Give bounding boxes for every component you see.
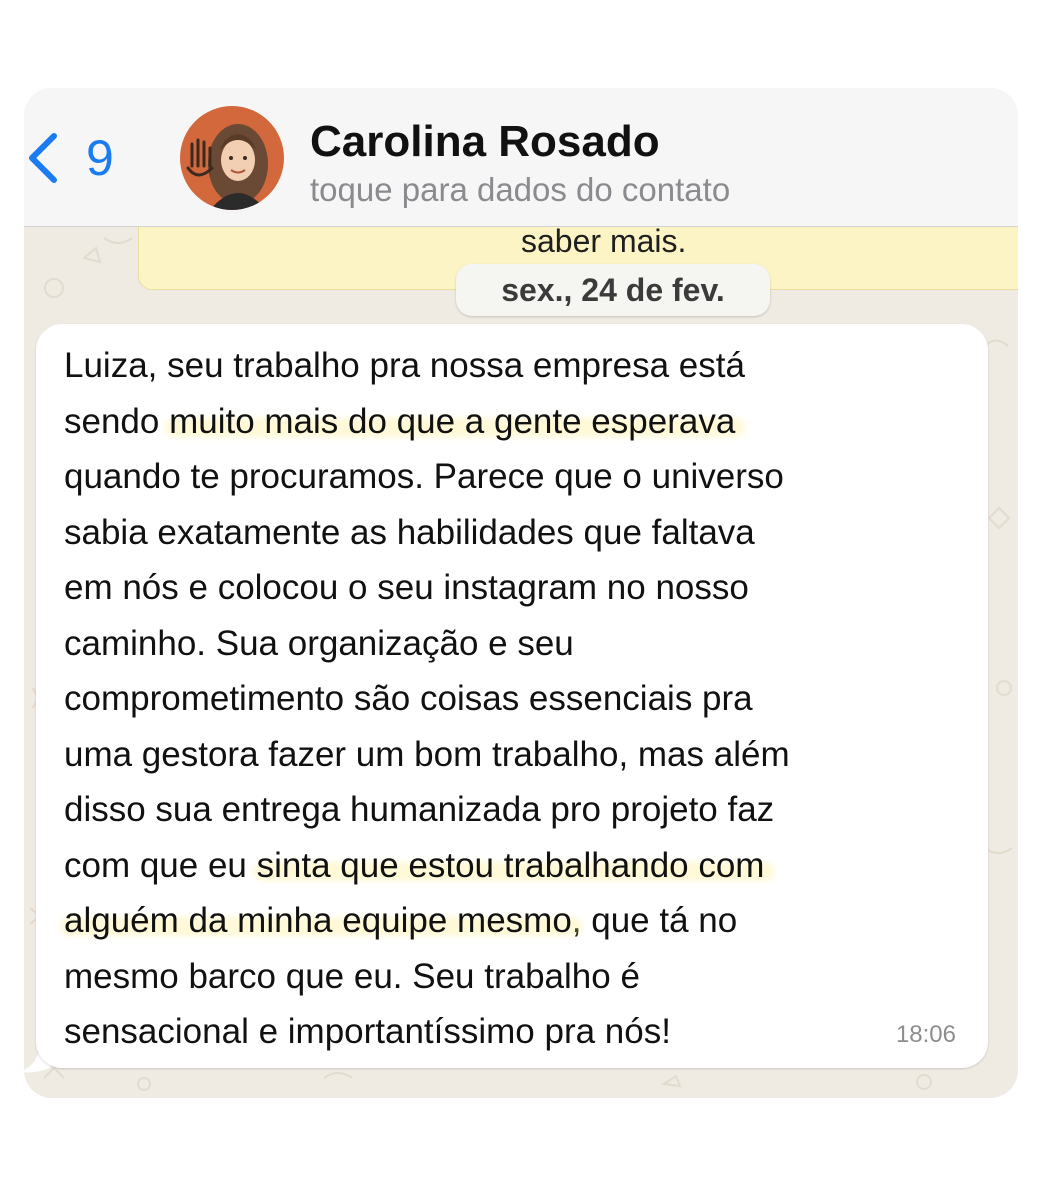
message-timestamp: 18:06 xyxy=(895,1021,956,1048)
message-text-segment: quando te procuramos. Parece que o unive… xyxy=(64,457,784,496)
highlighted-text: alguém da minha equipe mesmo xyxy=(64,901,572,940)
avatar[interactable] xyxy=(180,106,284,210)
message-line: disso sua entrega humanizada pro projeto… xyxy=(64,782,964,838)
message-line: com que eu sinta que estou trabalhando c… xyxy=(64,838,964,894)
message-text-segment: sensacional e importantíssimo pra nós! xyxy=(64,1012,671,1051)
message-text-segment: mesmo barco que eu. Seu trabalho é xyxy=(64,956,640,996)
contact-name[interactable]: Carolina Rosado xyxy=(310,116,660,168)
message-line: uma gestora fazer um bom trabalho, mas a… xyxy=(64,727,964,783)
banner-text: saber mais. xyxy=(521,223,687,259)
message-text-segment: comprometimento são coisas essenciais pr… xyxy=(64,679,753,718)
message-line: sabia exatamente as habilidades que falt… xyxy=(64,505,964,561)
contact-info-hint[interactable]: toque para dados do contato xyxy=(310,170,730,210)
message-text-segment: , que tá no xyxy=(571,901,738,940)
message-text-segment: caminho. Sua organização e seu xyxy=(64,623,574,663)
message-line: mesmo barco que eu. Seu trabalho é xyxy=(64,949,964,1005)
chevron-left-icon xyxy=(29,133,57,183)
message-line: quando te procuramos. Parece que o unive… xyxy=(64,449,964,505)
message-bubble[interactable]: Luiza, seu trabalho pra nossa empresa es… xyxy=(36,324,988,1068)
highlighted-text: sinta que estou trabalhando com xyxy=(256,845,765,885)
message-line: comprometimento são coisas essenciais pr… xyxy=(64,671,964,727)
message-line: sensacional e importantíssimo pra nós! xyxy=(64,1004,964,1060)
chat-header: 9 Carolina Rosado toque para dados do co… xyxy=(24,88,1018,227)
message-text-segment: uma gestora fazer um bom trabalho, mas a… xyxy=(64,734,790,774)
date-separator-label: sex., 24 de fev. xyxy=(501,272,725,308)
message-text-segment: em nós e colocou o seu instagram no noss… xyxy=(64,568,749,607)
message-text-segment: disso sua entrega humanizada pro projeto… xyxy=(64,790,775,829)
message-text-segment: com que eu xyxy=(64,845,257,885)
message-text-segment: sendo xyxy=(64,401,170,441)
back-button[interactable]: 9 xyxy=(24,118,144,198)
chat-window: 9 Carolina Rosado toque para dados do co… xyxy=(24,88,1018,1098)
profile-photo-icon xyxy=(180,106,284,210)
unread-count: 9 xyxy=(86,130,114,186)
message-text-segment: sabia exatamente as habilidades que falt… xyxy=(64,512,755,552)
message-line: caminho. Sua organização e seu xyxy=(64,616,964,672)
highlighted-text: muito mais do que a gente esperava xyxy=(169,401,736,441)
message-line: Luiza, seu trabalho pra nossa empresa es… xyxy=(64,338,964,394)
message-line: alguém da minha equipe mesmo, que tá no xyxy=(64,893,964,949)
message-text-segment: Luiza, seu trabalho pra nossa empresa es… xyxy=(64,346,745,385)
message-text: Luiza, seu trabalho pra nossa empresa es… xyxy=(64,338,964,1060)
date-separator: sex., 24 de fev. xyxy=(456,264,770,316)
message-line: sendo muito mais do que a gente esperava xyxy=(64,394,964,450)
message-line: em nós e colocou o seu instagram no noss… xyxy=(64,560,964,616)
